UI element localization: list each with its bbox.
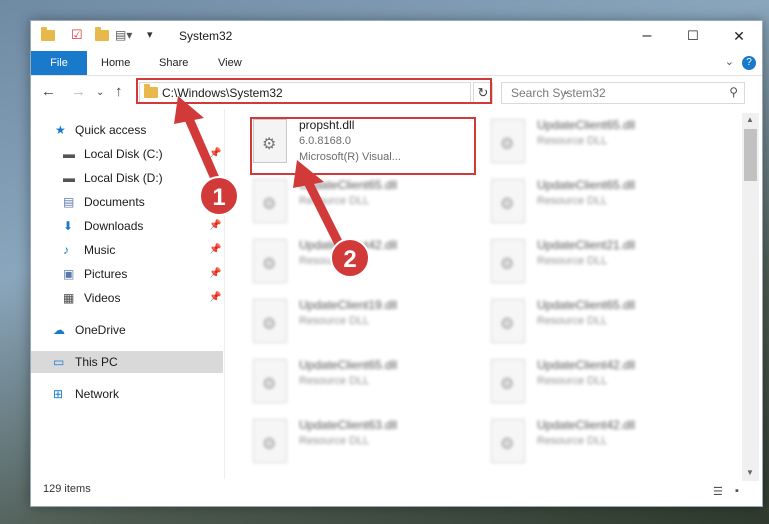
arrow-to-file [293,160,348,257]
callout-step-one: 1 [199,176,239,216]
callout-step-two: 2 [330,238,370,278]
annotation-arrows [174,96,348,257]
